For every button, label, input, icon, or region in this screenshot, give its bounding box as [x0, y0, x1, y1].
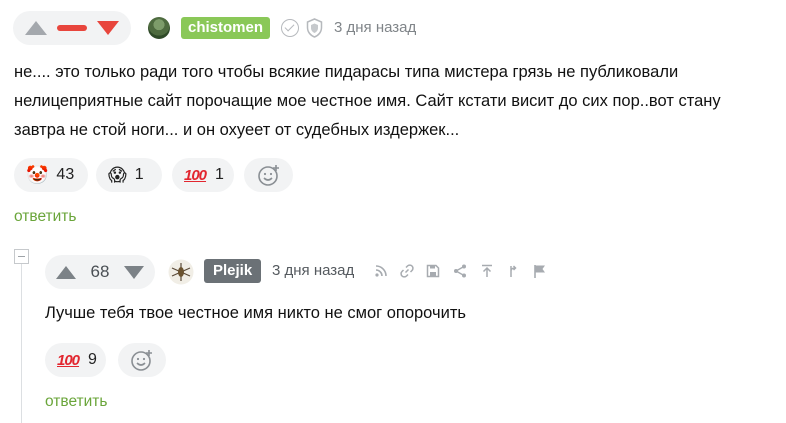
hundred-points-emoji-icon: 100 — [184, 166, 207, 184]
reply-link[interactable]: ответить — [45, 393, 107, 411]
reaction-count: 43 — [56, 166, 75, 183]
rating-score: 68 — [90, 262, 110, 281]
comment-time[interactable]: 3 дня назад — [334, 19, 416, 37]
avatar[interactable] — [168, 259, 194, 285]
comment-body: Лучше тебя твое честное имя никто не смо… — [45, 304, 466, 322]
shield-icon — [306, 18, 323, 38]
reaction-count: 1 — [134, 166, 144, 183]
nested-vote-control: 68 — [45, 255, 155, 289]
clown-emoji-icon: 🤡 — [26, 165, 49, 185]
downvote-icon[interactable] — [97, 21, 119, 35]
comment-time[interactable]: 3 дня назад — [272, 262, 354, 280]
username[interactable]: Plejik — [204, 259, 262, 283]
collapse-thread-button[interactable] — [14, 249, 29, 264]
rss-icon[interactable] — [373, 263, 389, 279]
share-icon[interactable] — [452, 263, 468, 279]
reaction-clown[interactable]: 🤡 43 — [14, 158, 88, 192]
add-emoji-icon — [257, 165, 279, 186]
save-icon[interactable] — [425, 263, 441, 279]
top-vote-control — [13, 11, 131, 45]
reaction-hundred[interactable]: 100 1 — [172, 158, 234, 192]
upvote-icon[interactable] — [25, 21, 47, 35]
report-flag-icon[interactable] — [532, 263, 548, 279]
add-emoji-icon — [131, 350, 152, 371]
scared-face-emoji-icon: 😱 — [108, 165, 127, 185]
reaction-scared[interactable]: 😱 1 — [96, 158, 162, 192]
thread-line[interactable] — [21, 264, 22, 423]
reply-link[interactable]: ответить — [14, 208, 76, 226]
username[interactable]: chistomen — [181, 17, 271, 39]
comment-body: не.... это только ради того чтобы всякие… — [14, 63, 721, 139]
avatar[interactable] — [148, 17, 170, 39]
verified-check-icon — [281, 19, 299, 37]
hundred-points-emoji-icon: 100 — [57, 351, 80, 369]
downvote-icon[interactable] — [123, 265, 144, 279]
add-reaction-button[interactable] — [244, 158, 293, 192]
branch-icon[interactable] — [505, 263, 521, 279]
reaction-count: 9 — [88, 351, 97, 368]
go-to-parent-icon[interactable] — [479, 263, 495, 279]
reaction-hundred[interactable]: 100 9 — [45, 343, 106, 377]
link-icon[interactable] — [399, 263, 415, 279]
add-reaction-button[interactable] — [118, 343, 166, 377]
upvote-icon[interactable] — [56, 265, 76, 279]
rating-hidden-bar — [57, 25, 87, 31]
reaction-count: 1 — [215, 166, 224, 183]
